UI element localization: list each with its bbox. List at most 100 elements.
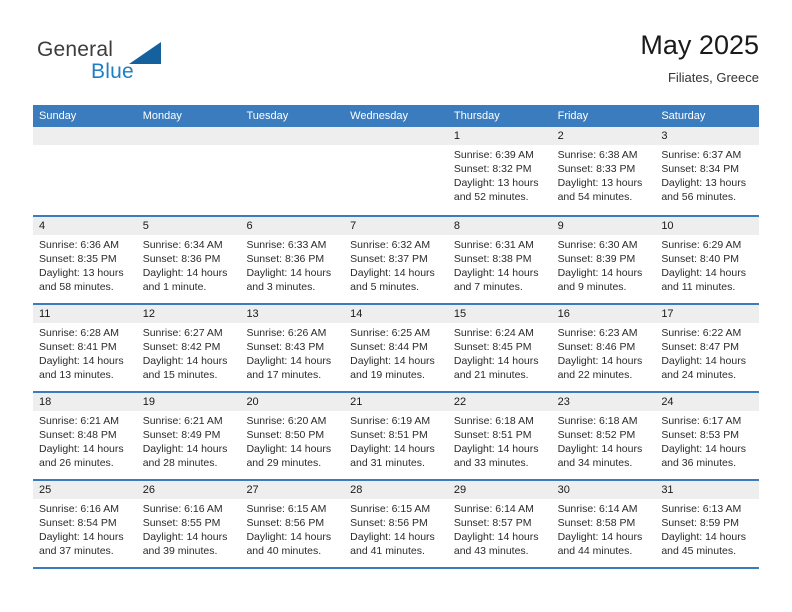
sunset-text: Sunset: 8:47 PM <box>661 341 739 353</box>
sunrise-text: Sunrise: 6:17 AM <box>661 415 742 427</box>
calendar-day-cell[interactable]: 6 Sunrise: 6:33 AM Sunset: 8:36 PM Daylight… <box>240 217 345 303</box>
calendar-day-cell[interactable]: 5 Sunrise: 6:34 AM Sunset: 8:36 PM Daylight… <box>136 217 241 303</box>
calendar-day-cell[interactable]: 14 Sunrise: 6:25 AM Sunset: 8:44 PM Dayligh… <box>344 305 448 391</box>
calendar-day-cell[interactable]: 24 Sunrise: 6:17 AM Sunset: 8:53 PM Dayligh… <box>655 393 760 479</box>
calendar-grid: Sunday Monday Tuesday Wednesday Thursday Frid… <box>33 105 760 569</box>
calendar-day-cell[interactable]: 29 Sunrise: 6:14 AM Sunset: 8:57 PM Dayligh… <box>447 481 552 567</box>
day-details: Sunrise: 6:36 AM Sunset: 8:35 PM Daylight:… <box>33 235 137 294</box>
calendar-day-cell[interactable]: 20 Sunrise: 6:20 AM Sunset: 8:50 PM Dayligh… <box>240 393 345 479</box>
sunrise-text: Sunrise: 6:15 AM <box>246 503 327 515</box>
daylight-text: Daylight: 14 hours and 43 minutes. <box>453 531 539 557</box>
calendar-weeks: 1 Sunrise: 6:39 AM Sunset: 8:32 PM Daylight… <box>33 127 760 567</box>
daylight-text: Daylight: 14 hours and 22 minutes. <box>557 355 643 381</box>
calendar-day-cell[interactable]: 27 Sunrise: 6:15 AM Sunset: 8:56 PM Dayligh… <box>240 481 345 567</box>
day-number: 30 <box>551 481 656 499</box>
sunset-text: Sunset: 8:50 PM <box>246 429 325 441</box>
day-number: 9 <box>551 217 656 235</box>
page-header: General Blue May 2025 Filiates, Greece <box>33 28 759 98</box>
calendar-day-cell[interactable]: 10 Sunrise: 6:29 AM Sunset: 8:40 PM Dayligh… <box>655 217 760 303</box>
day-details: Sunrise: 6:15 AM Sunset: 8:56 PM Daylight:… <box>344 499 448 558</box>
calendar-page: General Blue May 2025 Filiates, Greece S… <box>0 0 792 612</box>
weekday-header-saturday: Saturday <box>661 110 706 122</box>
weekday-header-friday: Friday <box>557 110 589 122</box>
day-details: Sunrise: 6:21 AM Sunset: 8:49 PM Daylight:… <box>137 411 241 470</box>
day-number: 27 <box>240 481 345 499</box>
sunrise-text: Sunrise: 6:38 AM <box>557 149 638 161</box>
calendar-day-cell[interactable]: 17 Sunrise: 6:22 AM Sunset: 8:47 PM Dayligh… <box>655 305 760 391</box>
calendar-day-cell[interactable]: 12 Sunrise: 6:27 AM Sunset: 8:42 PM Dayligh… <box>136 305 241 391</box>
sunrise-text: Sunrise: 6:36 AM <box>39 239 119 251</box>
day-number: 4 <box>33 217 137 235</box>
day-details: Sunrise: 6:18 AM Sunset: 8:52 PM Daylight:… <box>552 411 656 470</box>
calendar-day-cell[interactable]: 26 Sunrise: 6:16 AM Sunset: 8:55 PM Dayligh… <box>136 481 241 567</box>
daylight-text: Daylight: 14 hours and 28 minutes. <box>142 443 228 469</box>
sunset-text: Sunset: 8:51 PM <box>453 429 532 441</box>
sunrise-text: Sunrise: 6:18 AM <box>453 415 534 427</box>
calendar-day-cell-empty <box>344 127 448 215</box>
day-number: 25 <box>33 481 137 499</box>
calendar-week-row: 4 Sunrise: 6:36 AM Sunset: 8:35 PM Daylight… <box>33 215 760 303</box>
calendar-day-cell[interactable]: 1 Sunrise: 6:39 AM Sunset: 8:32 PM Daylight… <box>447 127 552 215</box>
sunrise-text: Sunrise: 6:31 AM <box>453 239 534 251</box>
day-number: 26 <box>136 481 241 499</box>
day-number: 29 <box>447 481 552 499</box>
calendar-day-cell[interactable]: 18 Sunrise: 6:21 AM Sunset: 8:48 PM Dayligh… <box>33 393 137 479</box>
calendar-day-cell[interactable]: 30 Sunrise: 6:14 AM Sunset: 8:58 PM Dayligh… <box>551 481 656 567</box>
daylight-text: Daylight: 14 hours and 41 minutes. <box>350 531 435 557</box>
day-details: Sunrise: 6:13 AM Sunset: 8:59 PM Daylight:… <box>655 499 759 558</box>
day-number: 22 <box>447 393 552 411</box>
sunset-text: Sunset: 8:59 PM <box>661 517 739 529</box>
sunset-text: Sunset: 8:32 PM <box>453 163 532 175</box>
day-number <box>344 127 448 145</box>
calendar-day-cell[interactable]: 16 Sunrise: 6:23 AM Sunset: 8:46 PM Dayligh… <box>551 305 656 391</box>
calendar-day-cell[interactable]: 4 Sunrise: 6:36 AM Sunset: 8:35 PM Daylight… <box>33 217 137 303</box>
sunset-text: Sunset: 8:34 PM <box>661 163 739 175</box>
day-details: Sunrise: 6:14 AM Sunset: 8:57 PM Daylight:… <box>448 499 552 558</box>
calendar-day-cell[interactable]: 19 Sunrise: 6:21 AM Sunset: 8:49 PM Dayligh… <box>136 393 241 479</box>
calendar-day-cell[interactable]: 2 Sunrise: 6:38 AM Sunset: 8:33 PM Daylight… <box>551 127 656 215</box>
calendar-day-cell[interactable]: 7 Sunrise: 6:32 AM Sunset: 8:37 PM Daylight… <box>344 217 448 303</box>
calendar-week-row: 25 Sunrise: 6:16 AM Sunset: 8:54 PM Dayligh… <box>33 479 760 567</box>
calendar-day-cell[interactable]: 22 Sunrise: 6:18 AM Sunset: 8:51 PM Dayligh… <box>447 393 552 479</box>
day-details: Sunrise: 6:14 AM Sunset: 8:58 PM Daylight:… <box>552 499 656 558</box>
sunrise-text: Sunrise: 6:37 AM <box>661 149 742 161</box>
daylight-text: Daylight: 14 hours and 1 minute. <box>142 267 228 293</box>
daylight-text: Daylight: 14 hours and 36 minutes. <box>661 443 746 469</box>
calendar-bottom-border <box>33 567 759 569</box>
day-number <box>136 127 241 145</box>
sunrise-text: Sunrise: 6:34 AM <box>142 239 223 251</box>
calendar-day-cell[interactable]: 3 Sunrise: 6:37 AM Sunset: 8:34 PM Daylight… <box>655 127 760 215</box>
day-details: Sunrise: 6:19 AM Sunset: 8:51 PM Daylight:… <box>344 411 448 470</box>
calendar-day-cell[interactable]: 25 Sunrise: 6:16 AM Sunset: 8:54 PM Dayligh… <box>33 481 137 567</box>
day-details: Sunrise: 6:29 AM Sunset: 8:40 PM Daylight:… <box>655 235 759 294</box>
calendar-day-cell[interactable]: 13 Sunrise: 6:26 AM Sunset: 8:43 PM Dayligh… <box>240 305 345 391</box>
day-details: Sunrise: 6:21 AM Sunset: 8:48 PM Daylight:… <box>33 411 137 470</box>
calendar-day-cell[interactable]: 21 Sunrise: 6:19 AM Sunset: 8:51 PM Dayligh… <box>344 393 448 479</box>
sunset-text: Sunset: 8:56 PM <box>350 517 428 529</box>
calendar-day-cell[interactable]: 23 Sunrise: 6:18 AM Sunset: 8:52 PM Dayligh… <box>551 393 656 479</box>
calendar-day-cell[interactable]: 15 Sunrise: 6:24 AM Sunset: 8:45 PM Dayligh… <box>447 305 552 391</box>
sunrise-text: Sunrise: 6:19 AM <box>350 415 431 427</box>
calendar-day-cell-empty <box>136 127 241 215</box>
sunrise-text: Sunrise: 6:32 AM <box>350 239 431 251</box>
calendar-day-cell[interactable]: 31 Sunrise: 6:13 AM Sunset: 8:59 PM Dayligh… <box>655 481 760 567</box>
calendar-day-cell[interactable]: 28 Sunrise: 6:15 AM Sunset: 8:56 PM Dayligh… <box>344 481 448 567</box>
day-details: Sunrise: 6:16 AM Sunset: 8:54 PM Daylight:… <box>33 499 137 558</box>
sunrise-text: Sunrise: 6:13 AM <box>661 503 742 515</box>
sunrise-text: Sunrise: 6:14 AM <box>453 503 534 515</box>
day-details: Sunrise: 6:23 AM Sunset: 8:46 PM Daylight:… <box>552 323 656 382</box>
sunset-text: Sunset: 8:46 PM <box>557 341 636 353</box>
logo[interactable]: General Blue <box>33 28 263 90</box>
calendar-day-cell[interactable]: 8 Sunrise: 6:31 AM Sunset: 8:38 PM Daylight… <box>447 217 552 303</box>
day-details: Sunrise: 6:20 AM Sunset: 8:50 PM Daylight:… <box>240 411 344 470</box>
day-number: 21 <box>344 393 448 411</box>
daylight-text: Daylight: 14 hours and 17 minutes. <box>246 355 332 381</box>
sunrise-text: Sunrise: 6:24 AM <box>453 327 534 339</box>
sunset-text: Sunset: 8:36 PM <box>142 253 221 265</box>
calendar-day-cell[interactable]: 11 Sunrise: 6:28 AM Sunset: 8:41 PM Dayligh… <box>33 305 137 391</box>
daylight-text: Daylight: 14 hours and 37 minutes. <box>39 531 124 557</box>
calendar-day-cell[interactable]: 9 Sunrise: 6:30 AM Sunset: 8:39 PM Daylight… <box>551 217 656 303</box>
day-details: Sunrise: 6:28 AM Sunset: 8:41 PM Daylight:… <box>33 323 137 382</box>
day-number: 20 <box>240 393 345 411</box>
day-number: 28 <box>344 481 448 499</box>
